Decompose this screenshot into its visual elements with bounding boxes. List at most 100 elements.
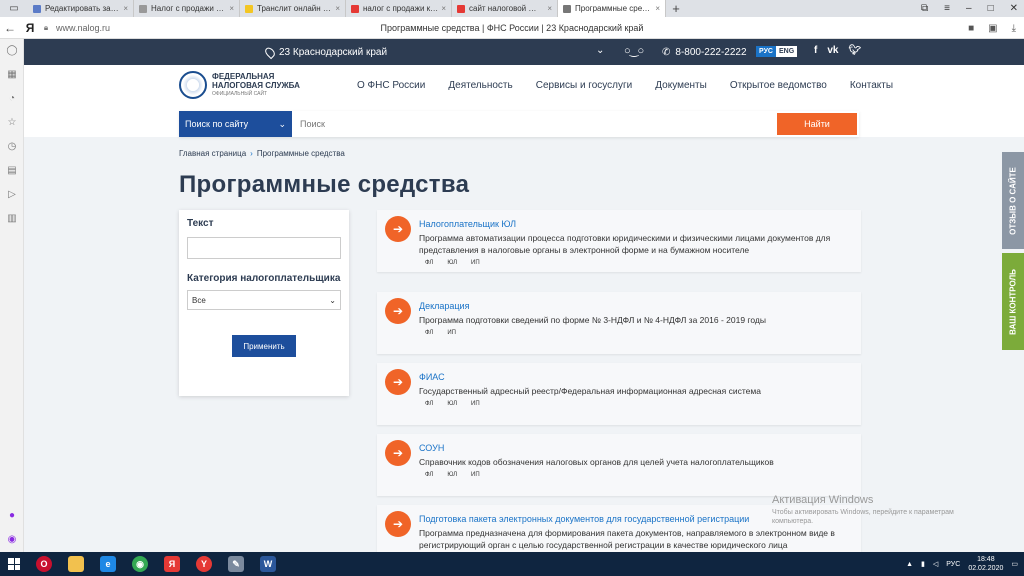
browser-tab-active[interactable]: Программные средства× bbox=[558, 0, 666, 17]
search-button[interactable]: Найти bbox=[777, 113, 857, 135]
item-title-link[interactable]: Декларация bbox=[419, 301, 469, 311]
close-tab-icon[interactable]: × bbox=[655, 4, 660, 13]
phone-link[interactable]: ✆ 8-800-222-2222 bbox=[662, 39, 747, 65]
search-scope-label: Поиск по сайту bbox=[185, 119, 249, 129]
taskbar-app-opera[interactable]: O bbox=[28, 552, 60, 576]
region-selector[interactable]: 23 Краснодарский край bbox=[263, 39, 387, 65]
tab-title: налог с продажи квартиры bbox=[363, 4, 439, 13]
minimize-icon[interactable]: – bbox=[966, 3, 972, 14]
alice-icon[interactable]: ● bbox=[5, 509, 19, 523]
activation-title: Активация Windows bbox=[772, 494, 874, 506]
download-icon[interactable]: ⤓ bbox=[1012, 23, 1016, 34]
close-tab-icon[interactable]: × bbox=[123, 4, 128, 13]
arrow-right-icon[interactable]: ➔ bbox=[385, 216, 411, 242]
chevron-down-icon[interactable]: ⌄ bbox=[596, 45, 604, 56]
bookmark-icon[interactable]: ■ bbox=[968, 23, 974, 34]
breadcrumb: Главная страница › Программные средства bbox=[179, 149, 345, 158]
item-description: Программа автоматизации процесса подгото… bbox=[419, 233, 831, 255]
maximize-icon[interactable]: □ bbox=[988, 3, 994, 14]
favicon-icon bbox=[245, 4, 253, 13]
opera-icon: O bbox=[36, 556, 52, 572]
tabs-list-icon[interactable]: ⧉ bbox=[921, 3, 928, 14]
menu-icon[interactable]: ≡ bbox=[944, 3, 950, 14]
start-button[interactable] bbox=[0, 552, 28, 576]
facebook-icon[interactable]: f bbox=[814, 45, 817, 56]
taskbar-app-ie[interactable]: e bbox=[92, 552, 124, 576]
input-language[interactable]: РУС bbox=[946, 561, 960, 568]
taskbar-app-yandex[interactable]: Я bbox=[156, 552, 188, 576]
chevron-down-icon: ⌄ bbox=[329, 295, 336, 305]
accessibility-glasses-icon[interactable]: ○‿○ bbox=[624, 44, 644, 57]
apps-icon[interactable]: ▦ bbox=[5, 68, 19, 82]
tab-title: Редактировать запись ‹ Op bbox=[45, 4, 120, 13]
logo-line-2: НАЛОГОВАЯ СЛУЖБА bbox=[212, 80, 300, 90]
close-tab-icon[interactable]: × bbox=[229, 4, 234, 13]
item-title-link[interactable]: ФИАС bbox=[419, 372, 445, 382]
text-filter-input[interactable] bbox=[187, 237, 341, 259]
list-item: ➔ Налогоплательщик ЮЛ Программа автомати… bbox=[377, 210, 861, 272]
item-title-link[interactable]: Подготовка пакета электронных документов… bbox=[419, 514, 749, 524]
nav-contacts[interactable]: Контакты bbox=[850, 80, 893, 91]
browser-tab[interactable]: Редактировать запись ‹ Op× bbox=[28, 0, 134, 17]
close-tab-icon[interactable]: × bbox=[441, 4, 446, 13]
browser-tab[interactable]: Налог с продажи квартиры× bbox=[134, 0, 240, 17]
volume-icon[interactable]: ◁ bbox=[933, 560, 938, 568]
taskbar-app-yandex-browser[interactable]: Y bbox=[188, 552, 220, 576]
close-tab-icon[interactable]: × bbox=[335, 4, 340, 13]
tray-arrow-icon[interactable]: ▲ bbox=[906, 561, 913, 568]
twitter-icon[interactable]: 🐦︎ bbox=[848, 45, 861, 56]
notifications-icon[interactable]: ◔ bbox=[5, 92, 19, 106]
nav-open-agency[interactable]: Открытое ведомство bbox=[730, 80, 827, 91]
extensions-icon[interactable]: ▣ bbox=[988, 23, 997, 34]
apply-button[interactable]: Применить bbox=[232, 335, 296, 357]
video-icon[interactable]: ▷ bbox=[5, 188, 19, 202]
lock-icon[interactable]: 🔒︎ bbox=[40, 23, 52, 33]
search-scope-select[interactable]: Поиск по сайту ⌄ bbox=[179, 111, 292, 137]
nav-services[interactable]: Сервисы и госуслуги bbox=[536, 80, 633, 91]
collections-icon[interactable]: ▤ bbox=[5, 164, 19, 178]
category-select[interactable]: Все ⌄ bbox=[187, 290, 341, 310]
arrow-right-icon[interactable]: ➔ bbox=[385, 369, 411, 395]
tag: ИП bbox=[471, 472, 480, 478]
history-icon[interactable]: ◷ bbox=[5, 140, 19, 154]
close-window-icon[interactable]: ✕ bbox=[1010, 3, 1018, 14]
feedback-tab[interactable]: ОТЗЫВ О САЙТЕ bbox=[1002, 152, 1024, 249]
nav-about[interactable]: О ФНС России bbox=[357, 80, 425, 91]
arrow-right-icon[interactable]: ➔ bbox=[385, 440, 411, 466]
fns-logo[interactable]: ФЕДЕРАЛЬНАЯ НАЛОГОВАЯ СЛУЖБА ОФИЦИАЛЬНЫЙ… bbox=[179, 71, 300, 99]
taskbar-app-paint[interactable]: ✎ bbox=[220, 552, 252, 576]
tabs-menu-icon[interactable]: ▭ bbox=[0, 3, 28, 14]
nav-activity[interactable]: Деятельность bbox=[448, 80, 512, 91]
taskbar-app-explorer[interactable] bbox=[60, 552, 92, 576]
item-description: Государственный адресный реестр/Федераль… bbox=[419, 386, 761, 396]
notes-icon[interactable]: ▥ bbox=[5, 212, 19, 226]
arrow-right-icon[interactable]: ➔ bbox=[385, 298, 411, 324]
clock[interactable]: 18:48 02.02.2020 bbox=[968, 555, 1003, 573]
nav-documents[interactable]: Документы bbox=[655, 80, 707, 91]
close-tab-icon[interactable]: × bbox=[547, 4, 552, 13]
yandex-logo-icon[interactable]: Я bbox=[20, 21, 40, 35]
breadcrumb-home[interactable]: Главная страница bbox=[179, 149, 246, 158]
search-input[interactable] bbox=[292, 111, 777, 137]
browser-tab[interactable]: налог с продажи квартиры× bbox=[346, 0, 452, 17]
taskbar-app-chrome[interactable]: ◉ bbox=[124, 552, 156, 576]
profile-icon[interactable]: ◯ bbox=[5, 44, 19, 58]
favorites-icon[interactable]: ☆ bbox=[5, 116, 19, 130]
new-tab-button[interactable]: + bbox=[666, 1, 686, 16]
item-title-link[interactable]: СОУН bbox=[419, 443, 444, 453]
taskbar-app-word[interactable]: W bbox=[252, 552, 284, 576]
url-field[interactable]: www.nalog.ru bbox=[56, 23, 110, 33]
your-control-tab[interactable]: ВАШ КОНТРОЛЬ bbox=[1002, 253, 1024, 350]
back-icon[interactable]: ← bbox=[0, 21, 20, 35]
lang-en-button[interactable]: ENG bbox=[776, 46, 798, 57]
lang-ru-button[interactable]: РУС bbox=[756, 46, 776, 57]
assistant-icon[interactable]: ◉ bbox=[5, 533, 19, 547]
browser-tab[interactable]: сайт налоговой — Яндекс× bbox=[452, 0, 558, 17]
arrow-right-icon[interactable]: ➔ bbox=[385, 511, 411, 537]
network-icon[interactable]: ▮ bbox=[921, 560, 925, 568]
browser-tab[interactable]: Транслит онлайн — лучший× bbox=[240, 0, 346, 17]
vk-icon[interactable]: vk bbox=[827, 45, 838, 56]
search-bar: Поиск по сайту ⌄ Найти bbox=[179, 111, 859, 137]
item-title-link[interactable]: Налогоплательщик ЮЛ bbox=[419, 219, 516, 229]
action-center-icon[interactable]: ▭ bbox=[1011, 560, 1018, 568]
